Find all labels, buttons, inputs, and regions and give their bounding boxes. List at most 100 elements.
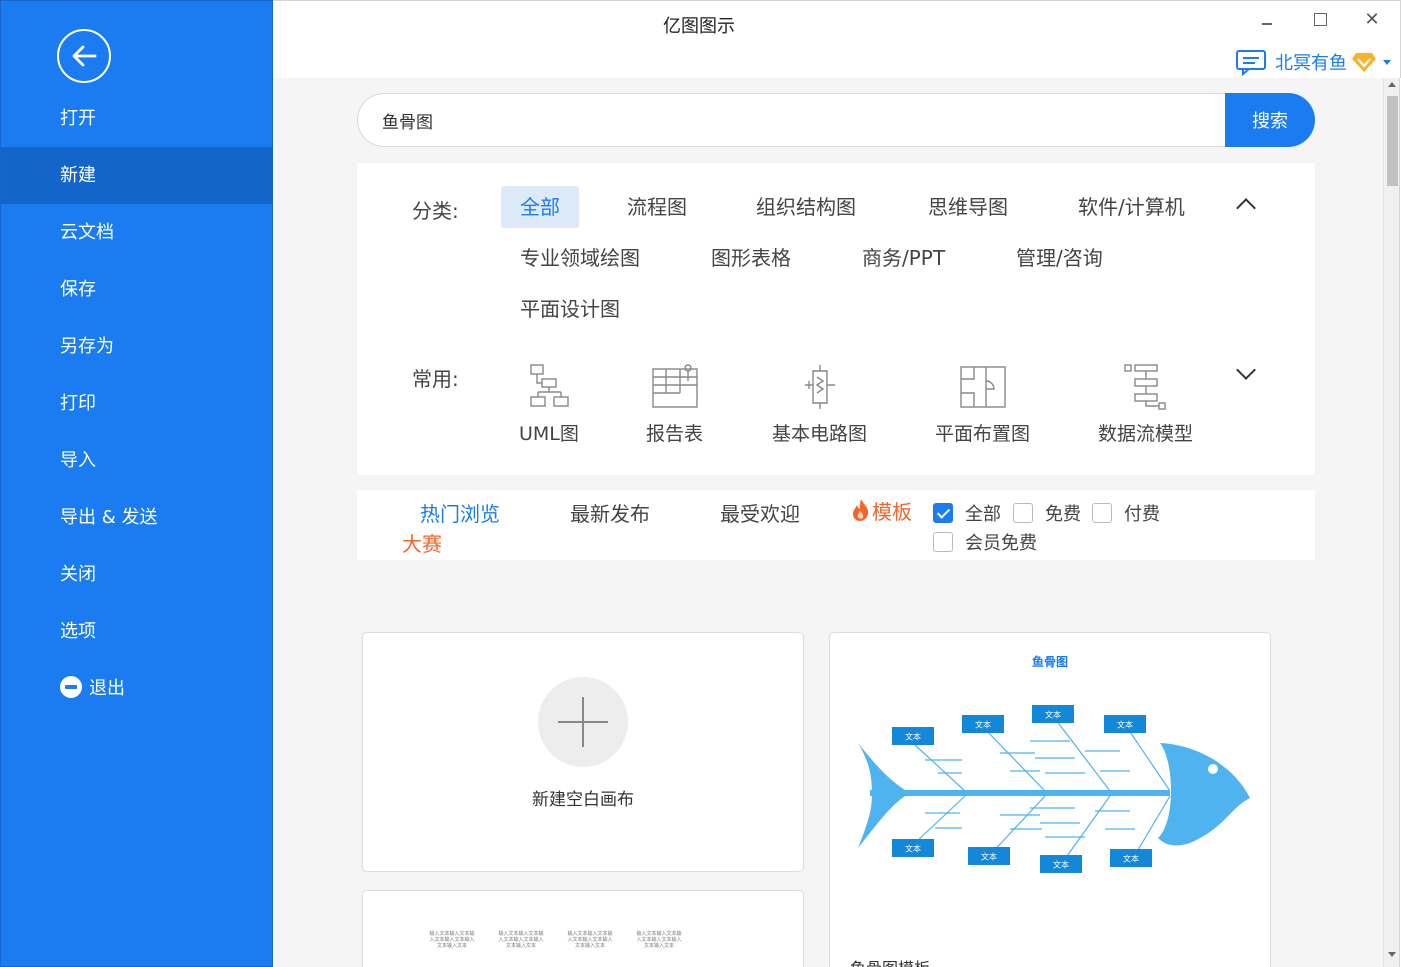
scroll-up-arrow-icon[interactable] — [1388, 82, 1396, 87]
common-circuit[interactable]: 基本电路图 — [772, 363, 867, 446]
common-data-flow[interactable]: 数据流模型 — [1098, 363, 1193, 446]
sidebar-item-open[interactable]: 打开 — [1, 90, 274, 147]
checkbox-free-box[interactable] — [1013, 503, 1033, 523]
new-blank-canvas-card[interactable]: 新建空白画布 — [362, 632, 804, 872]
category-org-chart[interactable]: 组织结构图 — [756, 186, 856, 228]
sidebar-item-import[interactable]: 导入 — [1, 432, 274, 489]
checkbox-paid-label: 付费 — [1124, 504, 1160, 525]
checkbox-paid[interactable]: 付费 — [1092, 500, 1160, 526]
checkbox-free[interactable]: 免费 — [1013, 500, 1081, 526]
mini-text-block: 输入文本输入文本输入文本输入文本输入文本输入文本 — [498, 931, 544, 949]
checkbox-member-free-box[interactable] — [933, 532, 953, 552]
category-flowchart[interactable]: 流程图 — [627, 186, 687, 228]
sidebar: 打开 新建 云文档 保存 另存为 打印 导入 导出 & 发送 关闭 选项 退出 — [0, 0, 274, 967]
category-professional[interactable]: 专业领域绘图 — [520, 237, 640, 279]
sidebar-item-close[interactable]: 关闭 — [1, 546, 274, 603]
tab-template-label: 模板 — [872, 500, 912, 524]
tab-contest[interactable]: 大赛 — [402, 528, 442, 557]
tab-most-liked[interactable]: 最受欢迎 — [720, 498, 800, 527]
fishbone-box-label: 文本 — [1053, 860, 1069, 870]
category-graphic-table[interactable]: 图形表格 — [711, 237, 791, 279]
sidebar-item-print[interactable]: 打印 — [1, 375, 274, 432]
common-data-flow-label: 数据流模型 — [1098, 423, 1194, 445]
checkbox-all[interactable]: 全部 — [933, 500, 1001, 526]
category-graphic-design[interactable]: 平面设计图 — [520, 288, 620, 330]
fishbone-text-boxes: 文本文本文本文本文本文本文本文本 — [892, 705, 1152, 873]
scrollbar-thumb[interactable] — [1387, 96, 1398, 186]
fishbone-box-label: 文本 — [905, 732, 921, 742]
uml-icon — [530, 364, 569, 407]
data-flow-icon — [1123, 364, 1166, 410]
category-software[interactable]: 软件/计算机 — [1078, 186, 1185, 228]
back-button[interactable] — [57, 29, 111, 83]
fishbone-box-label: 文本 — [1117, 720, 1133, 730]
sidebar-item-new[interactable]: 新建 — [1, 147, 274, 204]
fishbone-box-label: 文本 — [1045, 710, 1061, 720]
sidebar-item-cloud-docs[interactable]: 云文档 — [1, 204, 274, 261]
checkbox-all-box[interactable] — [933, 503, 953, 523]
common-report[interactable]: 报告表 — [646, 363, 703, 446]
fishbone-box-label: 文本 — [981, 852, 997, 862]
search-input[interactable] — [357, 93, 1229, 147]
fishbone-template-card[interactable]: 鱼骨图 文本文本文本文本文本文本文本文本 鱼骨图模板 — [829, 632, 1271, 967]
category-all[interactable]: 全部 — [501, 186, 579, 228]
tab-popular[interactable]: 热门浏览 — [420, 498, 500, 527]
minimize-button[interactable] — [1253, 7, 1281, 33]
checkbox-paid-box[interactable] — [1092, 503, 1112, 523]
fishbone-box-label: 文本 — [1123, 854, 1139, 864]
common-floor-plan[interactable]: 平面布置图 — [935, 363, 1030, 446]
sidebar-item-options[interactable]: 选项 — [1, 603, 274, 660]
user-menu[interactable]: 北冥有鱼 — [1235, 47, 1391, 77]
sidebar-item-exit[interactable]: 退出 — [1, 660, 274, 717]
checkbox-free-label: 免费 — [1045, 504, 1081, 525]
plus-icon — [538, 677, 628, 767]
common-uml-label: UML图 — [519, 423, 579, 445]
vip-diamond-icon — [1352, 53, 1376, 72]
fishbone-template-caption: 鱼骨图模板 — [850, 955, 930, 967]
checkbox-member-free-label: 会员免费 — [965, 533, 1037, 554]
common-uml[interactable]: UML图 — [519, 363, 579, 446]
close-button[interactable]: ✕ — [1358, 7, 1386, 33]
common-report-label: 报告表 — [646, 423, 704, 445]
category-business-ppt[interactable]: 商务/PPT — [862, 237, 945, 279]
report-table-icon — [651, 364, 698, 408]
sidebar-item-export-send[interactable]: 导出 & 发送 — [1, 489, 274, 546]
category-panel: 分类: 全部 流程图 组织结构图 思维导图 软件/计算机 专业领域绘图 图形表格… — [357, 163, 1315, 475]
chat-icon[interactable] — [1235, 48, 1269, 76]
main-content: 搜索 分类: 全部 流程图 组织结构图 思维导图 软件/计算机 专业领域绘图 图… — [273, 78, 1383, 967]
checkbox-member-free[interactable]: 会员免费 — [933, 529, 1037, 555]
scroll-down-arrow-icon[interactable] — [1388, 952, 1396, 957]
fire-icon — [853, 499, 869, 521]
mini-text-block: 输入文本输入文本输入文本输入文本输入文本输入文本 — [636, 931, 682, 949]
category-management[interactable]: 管理/咨询 — [1016, 237, 1103, 279]
tab-template[interactable]: 模板 — [850, 496, 912, 525]
circuit-icon — [804, 365, 835, 409]
sidebar-item-save[interactable]: 保存 — [1, 261, 274, 318]
user-name[interactable]: 北冥有鱼 — [1275, 49, 1347, 75]
new-blank-canvas-label: 新建空白画布 — [532, 790, 634, 810]
title-bar: 亿图图示 ✕ 北冥有鱼 — [273, 0, 1401, 78]
fishbone-box-label: 文本 — [975, 720, 991, 730]
sidebar-item-save-as[interactable]: 另存为 — [1, 318, 274, 375]
chevron-up-icon[interactable] — [1236, 198, 1256, 218]
template-card-2[interactable]: 输入文本输入文本输入文本输入文本输入文本输入文本 输入文本输入文本输入文本输入文… — [362, 890, 804, 967]
window-title: 亿图图示 — [663, 16, 735, 37]
mini-text-block: 输入文本输入文本输入文本输入文本输入文本输入文本 — [567, 931, 613, 949]
arrow-left-icon — [72, 45, 97, 67]
vertical-scrollbar[interactable] — [1383, 78, 1400, 967]
category-label: 分类: — [412, 199, 459, 223]
chevron-down-icon — [1383, 59, 1391, 65]
search-bar: 搜索 — [357, 93, 1315, 147]
chevron-down-expand-icon[interactable] — [1236, 360, 1256, 380]
search-button[interactable]: 搜索 — [1225, 93, 1315, 147]
common-label: 常用: — [412, 367, 459, 391]
fishbone-preview: 文本文本文本文本文本文本文本文本 — [858, 705, 1250, 873]
sidebar-menu: 打开 新建 云文档 保存 另存为 打印 导入 导出 & 发送 关闭 选项 退出 — [1, 90, 274, 717]
sidebar-item-exit-label: 退出 — [89, 678, 125, 699]
category-mind-map[interactable]: 思维导图 — [928, 186, 1008, 228]
checkbox-all-label: 全部 — [965, 504, 1001, 525]
tab-latest[interactable]: 最新发布 — [570, 498, 650, 527]
common-floor-plan-label: 平面布置图 — [935, 423, 1031, 445]
floor-plan-icon — [959, 366, 1006, 408]
maximize-button[interactable] — [1306, 7, 1334, 33]
